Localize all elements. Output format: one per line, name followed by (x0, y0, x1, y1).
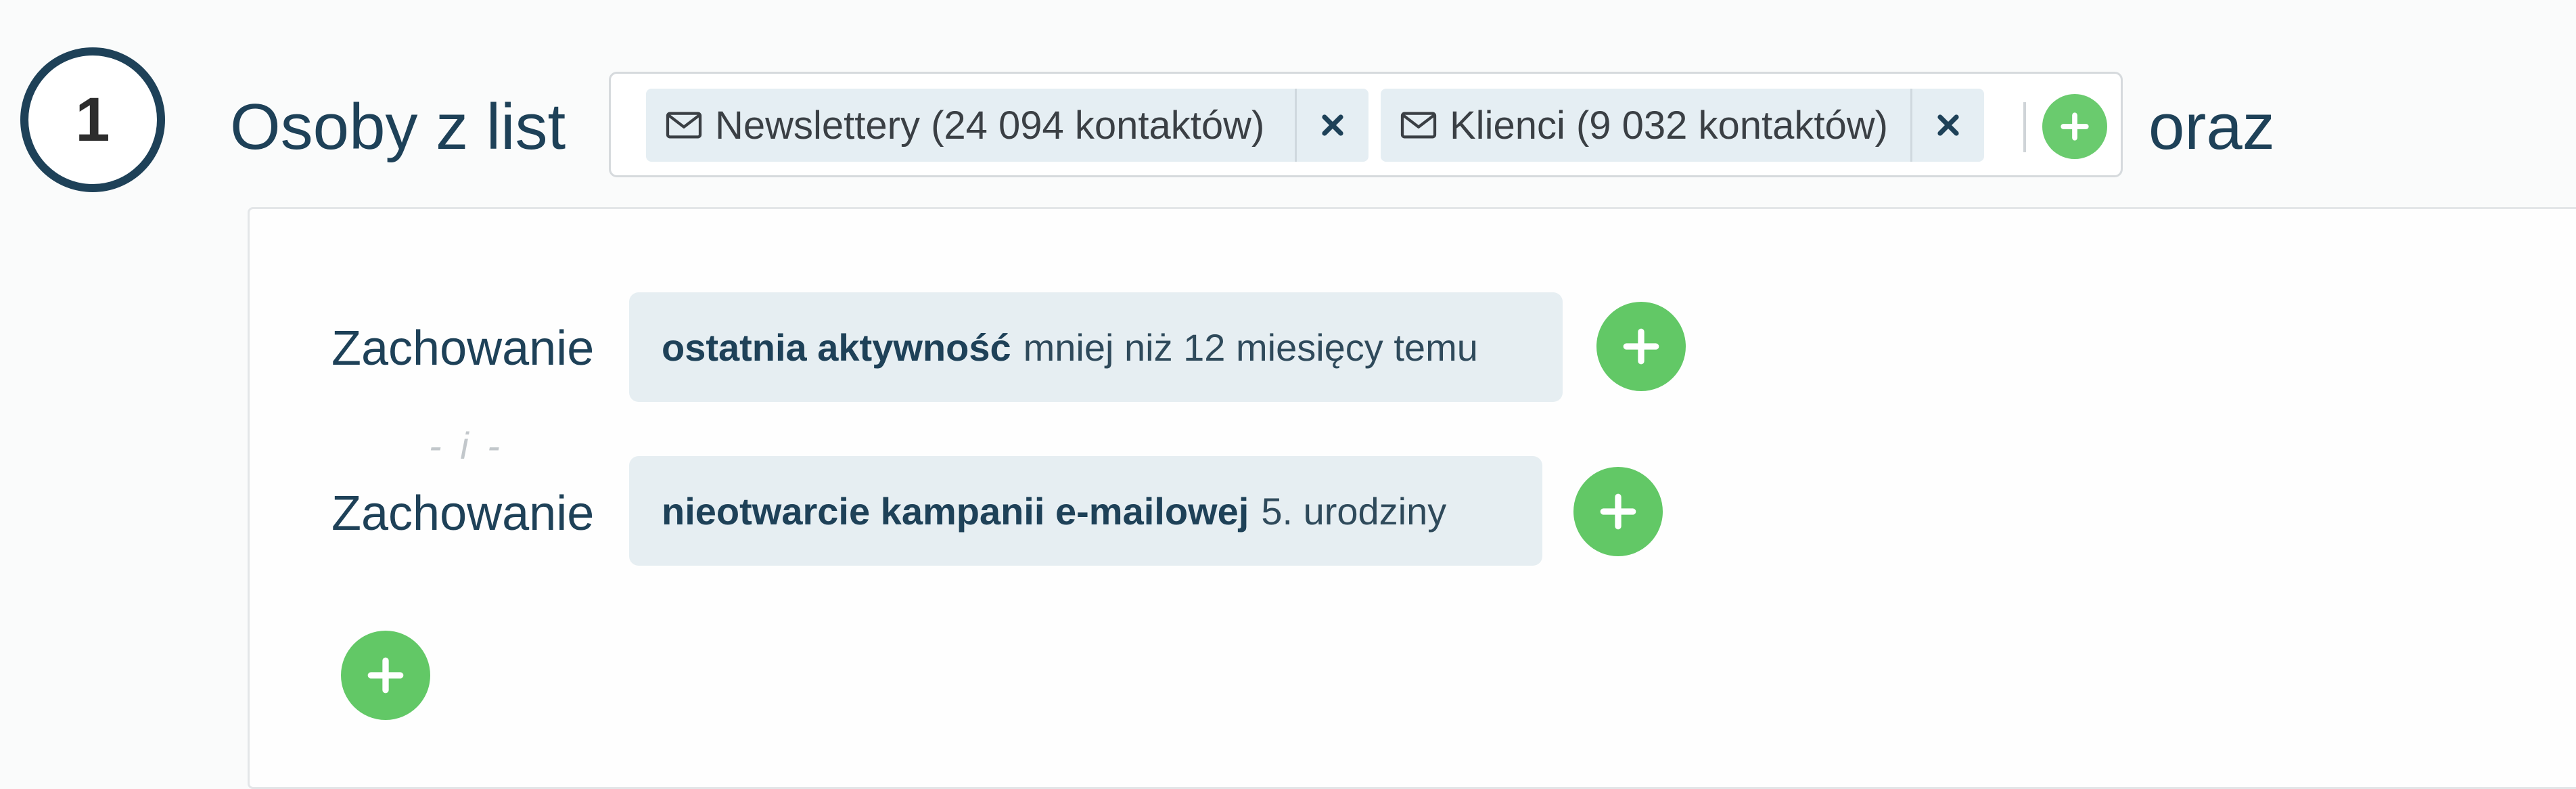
add-list-button[interactable] (2042, 94, 2107, 159)
condition-criterion: nieotwarcie kampanii e-mailowej (662, 489, 1249, 533)
connector-text: oraz (2148, 91, 2275, 163)
remove-list-button[interactable] (1910, 89, 1984, 162)
condition-type-label: Zachowanie (331, 487, 595, 541)
list-tag-label: Klienci (9 032 kontaktów) (1450, 103, 1888, 148)
plus-icon (1600, 493, 1636, 530)
envelope-icon (1400, 112, 1437, 139)
list-tag-label: Newslettery (24 094 kontaktów) (715, 103, 1265, 148)
close-icon (1937, 114, 1959, 136)
condition-criterion: ostatnia aktywność (662, 325, 1011, 369)
condition-type-label: Zachowanie (331, 321, 595, 376)
add-condition-button[interactable] (1596, 302, 1686, 391)
step-number-badge: 1 (20, 47, 165, 192)
step-number: 1 (75, 85, 110, 154)
plus-icon (2061, 112, 2089, 141)
list-tag-klienci: Klienci (9 032 kontaktów) (1381, 89, 1984, 162)
and-separator: - i - (429, 424, 504, 467)
add-condition-group-button[interactable] (341, 631, 430, 720)
condition-pill[interactable]: nieotwarcie kampanii e-mailowej 5. urodz… (629, 456, 1542, 566)
remove-list-button[interactable] (1295, 89, 1368, 162)
plus-icon (1623, 328, 1659, 365)
condition-value: mniej niż 12 miesięcy temu (1023, 325, 1478, 369)
divider (2023, 102, 2026, 152)
add-condition-button[interactable] (1573, 467, 1663, 556)
close-icon (1322, 114, 1343, 136)
list-tag-newslettery: Newslettery (24 094 kontaktów) (646, 89, 1368, 162)
list-selector[interactable]: Newslettery (24 094 kontaktów) Klienci (… (609, 72, 2123, 177)
envelope-icon (666, 112, 702, 139)
step-title: Osoby z list (230, 91, 566, 163)
plus-icon (367, 657, 404, 694)
condition-pill[interactable]: ostatnia aktywność mniej niż 12 miesięcy… (629, 292, 1563, 402)
condition-value: 5. urodziny (1261, 489, 1447, 533)
